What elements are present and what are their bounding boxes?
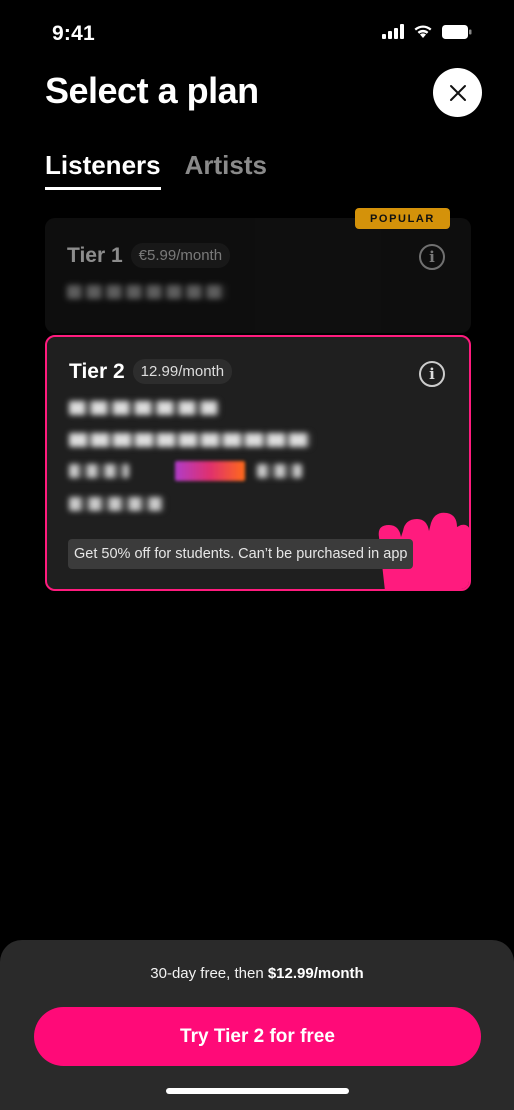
tier-1-header: Tier 1 €5.99/month xyxy=(67,243,231,268)
popular-badge: POPULAR xyxy=(355,208,450,229)
student-discount-note: Get 50% off for students. Can’t be purch… xyxy=(68,539,414,569)
tier-1-name: Tier 1 xyxy=(67,243,123,267)
trial-text: 30-day free, then $12.99/month xyxy=(0,965,514,982)
status-bar: 9:41 xyxy=(0,0,514,64)
tier-2-name: Tier 2 xyxy=(69,359,125,383)
redacted-feature-line xyxy=(257,464,302,478)
bottom-sheet: 30-day free, then $12.99/month Try Tier … xyxy=(0,940,514,1110)
plan-card-tier-2[interactable]: Tier 2 12.99/month i Get 50% off for stu… xyxy=(45,335,471,591)
tab-listeners[interactable]: Listeners xyxy=(45,150,161,190)
close-button[interactable] xyxy=(433,68,482,117)
tier-2-price: 12.99/month xyxy=(132,359,233,384)
redacted-feature-line xyxy=(67,285,227,299)
signal-icon xyxy=(382,24,404,39)
home-indicator xyxy=(166,1088,349,1094)
page-title: Select a plan xyxy=(45,70,259,111)
redacted-feature-line xyxy=(69,433,311,447)
trial-price: $12.99/month xyxy=(267,965,364,982)
battery-icon xyxy=(442,24,472,39)
close-icon xyxy=(449,84,466,101)
info-icon[interactable]: i xyxy=(419,361,445,387)
plan-card-tier-1[interactable]: Tier 1 €5.99/month i xyxy=(45,218,471,333)
trial-prefix: 30-day free, then xyxy=(150,965,268,982)
try-tier-2-button[interactable]: Try Tier 2 for free xyxy=(34,1007,481,1066)
plan-tabs: Listeners Artists xyxy=(45,150,267,190)
info-icon[interactable]: i xyxy=(419,244,445,270)
redacted-feature-line xyxy=(69,497,164,511)
redacted-highlight xyxy=(175,461,245,481)
redacted-feature-line xyxy=(69,401,219,415)
status-time: 9:41 xyxy=(52,22,95,45)
tab-artists[interactable]: Artists xyxy=(185,150,267,190)
redacted-feature-line xyxy=(69,464,129,478)
tier-1-price: €5.99/month xyxy=(130,243,231,268)
tier-2-header: Tier 2 12.99/month xyxy=(69,359,233,384)
status-icons xyxy=(382,24,472,39)
wifi-icon xyxy=(413,24,433,39)
